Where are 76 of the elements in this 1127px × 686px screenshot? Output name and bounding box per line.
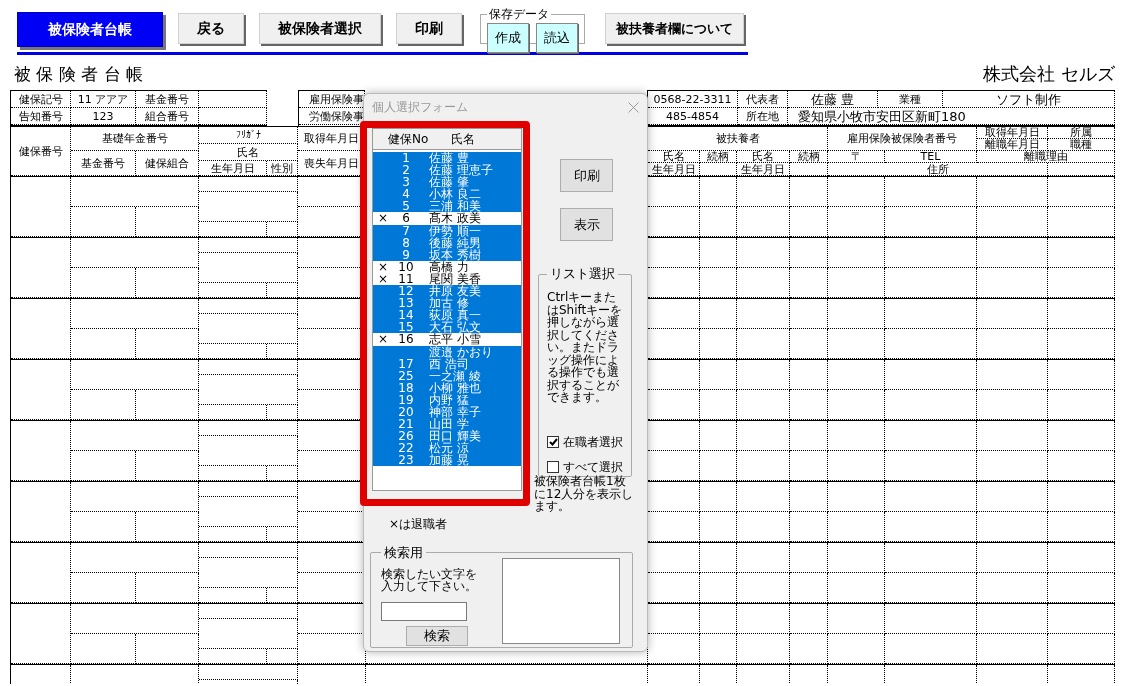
toolbar-button[interactable]: 被保険者選択 xyxy=(259,13,381,44)
toolbar-button[interactable]: 被保険者台帳 xyxy=(17,12,163,47)
toolbar-button[interactable]: 被扶養者欄について xyxy=(605,13,744,44)
column-header: 取得年月日 xyxy=(977,127,1048,139)
dialog-button[interactable]: 表示 xyxy=(560,208,613,241)
field-label: 基金番号 xyxy=(136,91,199,108)
sheet-title: 被 保 険 者 台 帳 xyxy=(13,63,144,86)
column-header: 住所 xyxy=(828,163,1048,176)
column-header: 続柄 xyxy=(790,151,828,163)
prompt-text: 検索したい文字を入力して下さい。 xyxy=(381,567,478,593)
column-header: 雇用保険被保険者番号 xyxy=(828,127,977,151)
list-item[interactable]: 12 井原 友美 xyxy=(373,285,521,298)
list-item[interactable]: 15 大石 弘文 xyxy=(373,321,521,334)
field-value: 11 アアア xyxy=(71,91,136,108)
field-label: 代表者 xyxy=(738,91,788,108)
column-header: 健保No xyxy=(388,130,429,148)
column-header: 性別 xyxy=(267,161,298,176)
checkbox-label[interactable]: 在職者選択 xyxy=(563,433,623,451)
column-header: TEL xyxy=(885,151,977,163)
column-header: 生年月日 xyxy=(737,163,790,176)
toolbar-button[interactable]: 戻る xyxy=(178,13,244,44)
field-label: 告知番号 xyxy=(11,108,71,125)
save-data-button[interactable]: 作成 xyxy=(487,23,529,53)
column-header: 基金番号 xyxy=(71,151,136,176)
list-item[interactable]: 13 加古 修 xyxy=(373,297,521,310)
checkbox[interactable] xyxy=(547,436,559,448)
list-item[interactable]: 3 佐藤 肇 xyxy=(373,176,521,189)
close-icon[interactable] xyxy=(628,102,639,113)
column-header: 〒 xyxy=(828,151,885,163)
list-item[interactable]: 5 三浦 和美 xyxy=(373,200,521,213)
field-value: 愛知県小牧市安田区新町180 xyxy=(788,108,1115,125)
column-header: 離職年月日 xyxy=(977,139,1048,151)
list-item[interactable]: 26 田口 輝美 xyxy=(373,430,521,443)
list-item[interactable]: 14 荻原 真一 xyxy=(373,309,521,322)
search-field[interactable] xyxy=(381,601,467,621)
list-item[interactable]: 23 加藤 晃 xyxy=(373,454,521,467)
list-item[interactable]: 22 松元 涼 xyxy=(373,442,521,455)
company-name: 株式会社 セルズ xyxy=(983,62,1115,86)
column-header: 離職理由 xyxy=(977,151,1115,163)
dialog-title: 個人選択フォーム xyxy=(372,99,468,116)
column-header: 氏名 xyxy=(737,151,790,163)
legend-text: ×は退職者 xyxy=(389,515,449,533)
toolbar-button[interactable]: 印刷 xyxy=(396,13,462,44)
column-header: 所属 xyxy=(1048,127,1115,139)
field-label: 組合番号 xyxy=(136,108,199,125)
column-header: 職種 xyxy=(1048,139,1115,151)
column-header: ﾌﾘｶﾞﾅ xyxy=(199,127,298,144)
checkbox-label[interactable]: すべて選択 xyxy=(563,458,623,476)
field-value: 佐藤 豊 xyxy=(788,91,878,108)
list-box[interactable] xyxy=(372,128,522,491)
help-text: CtrlキーまたはShiftキーを押しながら選択してください。またドラッグ操作による操作でも選択することができます。 xyxy=(547,291,623,404)
checkbox[interactable] xyxy=(547,461,559,473)
column-header: 生年月日 xyxy=(199,161,267,176)
field-label: 所在地 xyxy=(738,108,788,125)
list-item[interactable]: 1 佐藤 豊 xyxy=(373,152,521,165)
note-text: 被保険者台帳1枚に12人分を表示します。 xyxy=(534,475,635,513)
group-title: リスト選択 xyxy=(549,265,616,283)
field-label: 業種 xyxy=(878,91,943,108)
list-item[interactable]: 4 小林 良二 xyxy=(373,188,521,201)
group-title: 検索用 xyxy=(383,543,424,562)
column-header: 健保組合 xyxy=(136,151,199,176)
save-data-button[interactable]: 読込 xyxy=(536,23,578,53)
field-label: 健保記号 xyxy=(11,91,71,108)
column-header: 基礎年金番号 xyxy=(71,127,199,151)
result-list[interactable] xyxy=(502,557,620,644)
list-item[interactable]: 21 山田 学 xyxy=(373,418,521,431)
dialog-button[interactable]: 印刷 xyxy=(560,159,613,192)
list-item[interactable]: 2 佐藤 理恵子 xyxy=(373,164,521,177)
column-header: 氏名 xyxy=(199,144,298,161)
field-value: ソフト制作 xyxy=(943,91,1115,108)
column-header: 続柄 xyxy=(700,151,737,163)
search-button[interactable]: 検索 xyxy=(406,625,468,646)
column-header: 氏名 xyxy=(451,130,476,148)
field-value: 123 xyxy=(71,108,136,125)
column-header: 健保番号 xyxy=(11,127,71,176)
group-title: 保存データ xyxy=(488,6,550,23)
